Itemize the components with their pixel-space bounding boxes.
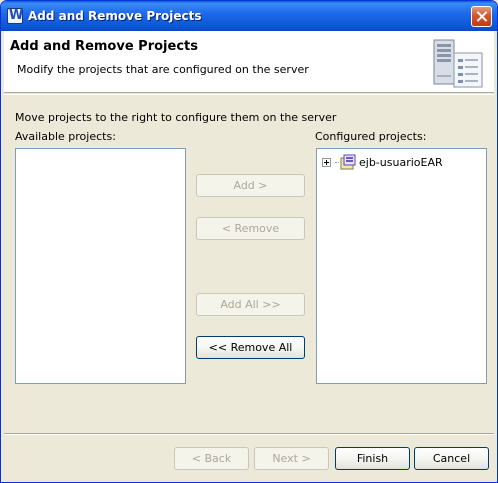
- banner-title: Add and Remove Projects: [10, 39, 198, 54]
- tree-connector: [335, 161, 339, 163]
- server-config-icon: [433, 39, 483, 88]
- tree-item-label: ejb-usuarioEAR: [359, 155, 443, 169]
- ear-project-icon: [340, 154, 356, 170]
- banner-description: Modify the projects that are configured …: [17, 63, 309, 76]
- cancel-button[interactable]: Cancel: [414, 447, 489, 470]
- add-button[interactable]: Add >: [196, 174, 305, 197]
- tree-item-ejb-usuarioEAR[interactable]: ejb-usuarioEAR: [322, 154, 443, 170]
- header-banner: Add and Remove Projects Modify the proje…: [4, 31, 494, 93]
- available-projects-list[interactable]: [15, 148, 186, 384]
- close-button[interactable]: [471, 6, 492, 27]
- finish-button[interactable]: Finish: [335, 447, 410, 470]
- window-title: Add and Remove Projects: [28, 9, 202, 23]
- configured-projects-label: Configured projects:: [315, 130, 427, 143]
- remove-button[interactable]: < Remove: [196, 217, 305, 240]
- expand-plus-icon[interactable]: [322, 157, 331, 167]
- title-bar[interactable]: Add and Remove Projects: [1, 1, 497, 31]
- instructions-text: Move projects to the right to configure …: [15, 111, 337, 124]
- next-button[interactable]: Next >: [254, 447, 329, 470]
- available-projects-label: Available projects:: [15, 130, 116, 143]
- banner-separator: [4, 94, 494, 95]
- configured-projects-list[interactable]: ejb-usuarioEAR: [316, 148, 487, 384]
- add-all-button[interactable]: Add All >>: [196, 293, 305, 316]
- remove-all-button[interactable]: << Remove All: [196, 336, 305, 359]
- footer-separator: [4, 433, 494, 435]
- back-button[interactable]: < Back: [174, 447, 249, 470]
- dialog-window: Add and Remove Projects Add and Remove P…: [0, 0, 498, 483]
- app-w-icon: [7, 8, 23, 24]
